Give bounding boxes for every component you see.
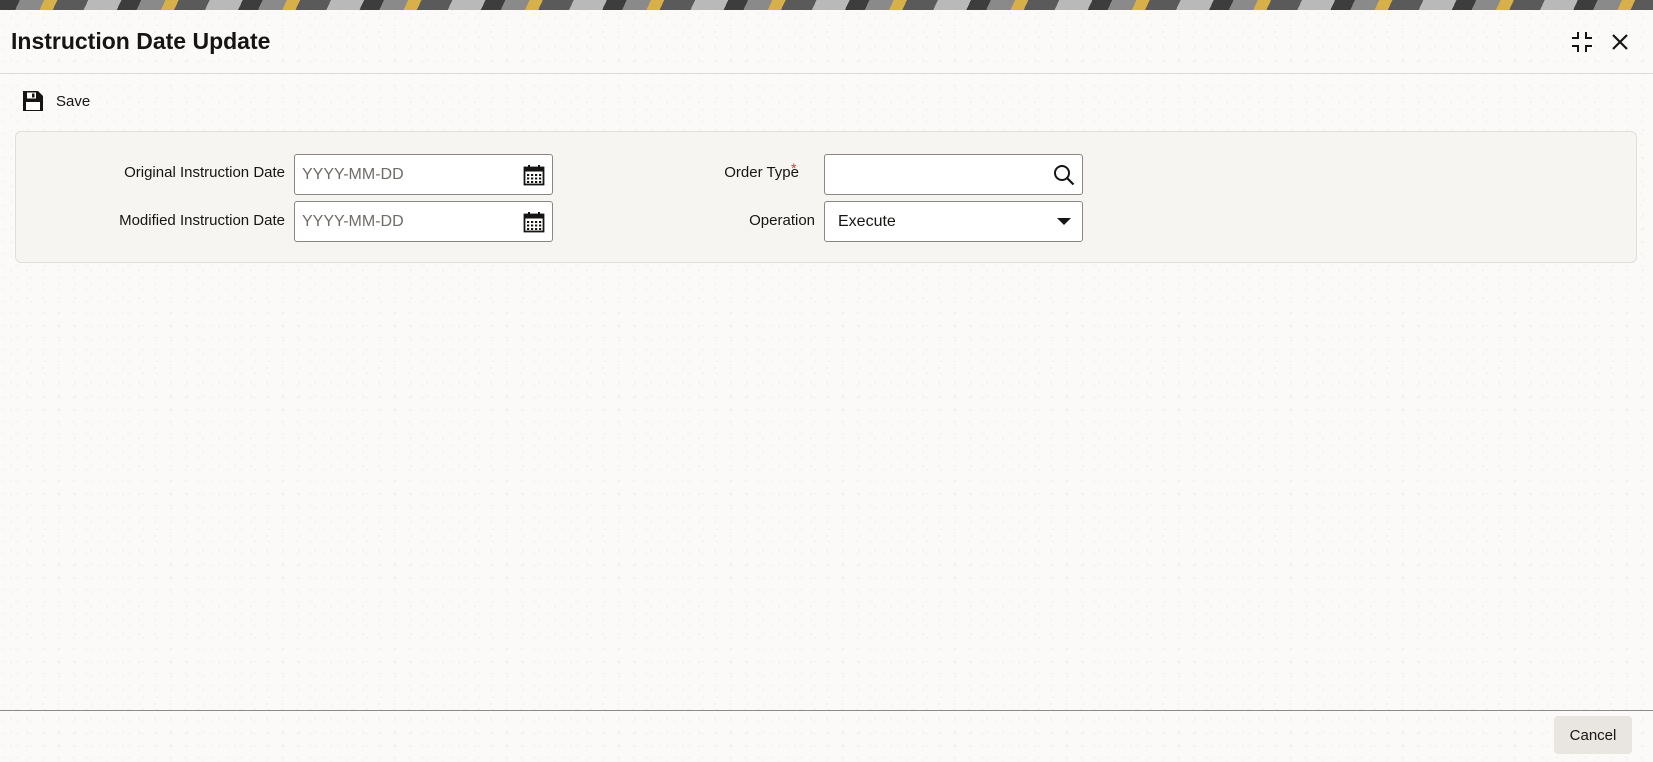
modified-instruction-date-input[interactable] [302, 212, 502, 231]
modified-date-calendar-button[interactable] [522, 210, 546, 234]
expand-icon [1572, 32, 1592, 52]
search-icon [1054, 165, 1075, 186]
floppy-disk-icon [23, 91, 43, 111]
original-instruction-date-input[interactable] [302, 165, 502, 184]
close-button[interactable] [1606, 28, 1634, 56]
order-type-input[interactable] [832, 165, 1032, 184]
expand-button[interactable] [1568, 28, 1596, 56]
title-bar: Instruction Date Update [0, 10, 1653, 74]
order-type-search-button[interactable] [1052, 163, 1076, 187]
save-button[interactable]: Save [22, 88, 90, 114]
operation-select[interactable]: Execute [824, 201, 1083, 242]
operation-label: Operation [749, 212, 815, 229]
caret-down-icon [1057, 218, 1071, 225]
instruction-date-update-dialog: Instruction Date Update Save Original In… [0, 10, 1653, 762]
close-icon [1612, 34, 1628, 50]
original-date-calendar-button[interactable] [522, 163, 546, 187]
original-instruction-date-field [294, 154, 553, 195]
calendar-icon [523, 165, 545, 186]
modified-instruction-date-label: Modified Instruction Date [119, 212, 285, 229]
header-banner-strip [0, 0, 1653, 10]
operation-dropdown-toggle[interactable] [1052, 210, 1076, 234]
calendar-icon [523, 212, 545, 233]
dialog-title: Instruction Date Update [11, 28, 271, 54]
operation-selected-value: Execute [838, 212, 896, 230]
required-marker: * [791, 160, 797, 176]
cancel-button[interactable]: Cancel [1554, 716, 1632, 754]
dialog-footer: Cancel [0, 710, 1653, 762]
original-instruction-date-label: Original Instruction Date [124, 164, 285, 181]
save-label: Save [56, 92, 91, 110]
order-type-label: Order Type [724, 164, 799, 181]
toolbar: Save [0, 76, 1653, 124]
order-type-field [824, 154, 1083, 195]
form-panel: Original Instruction Date Modified I [15, 131, 1637, 263]
modified-instruction-date-field [294, 201, 553, 242]
